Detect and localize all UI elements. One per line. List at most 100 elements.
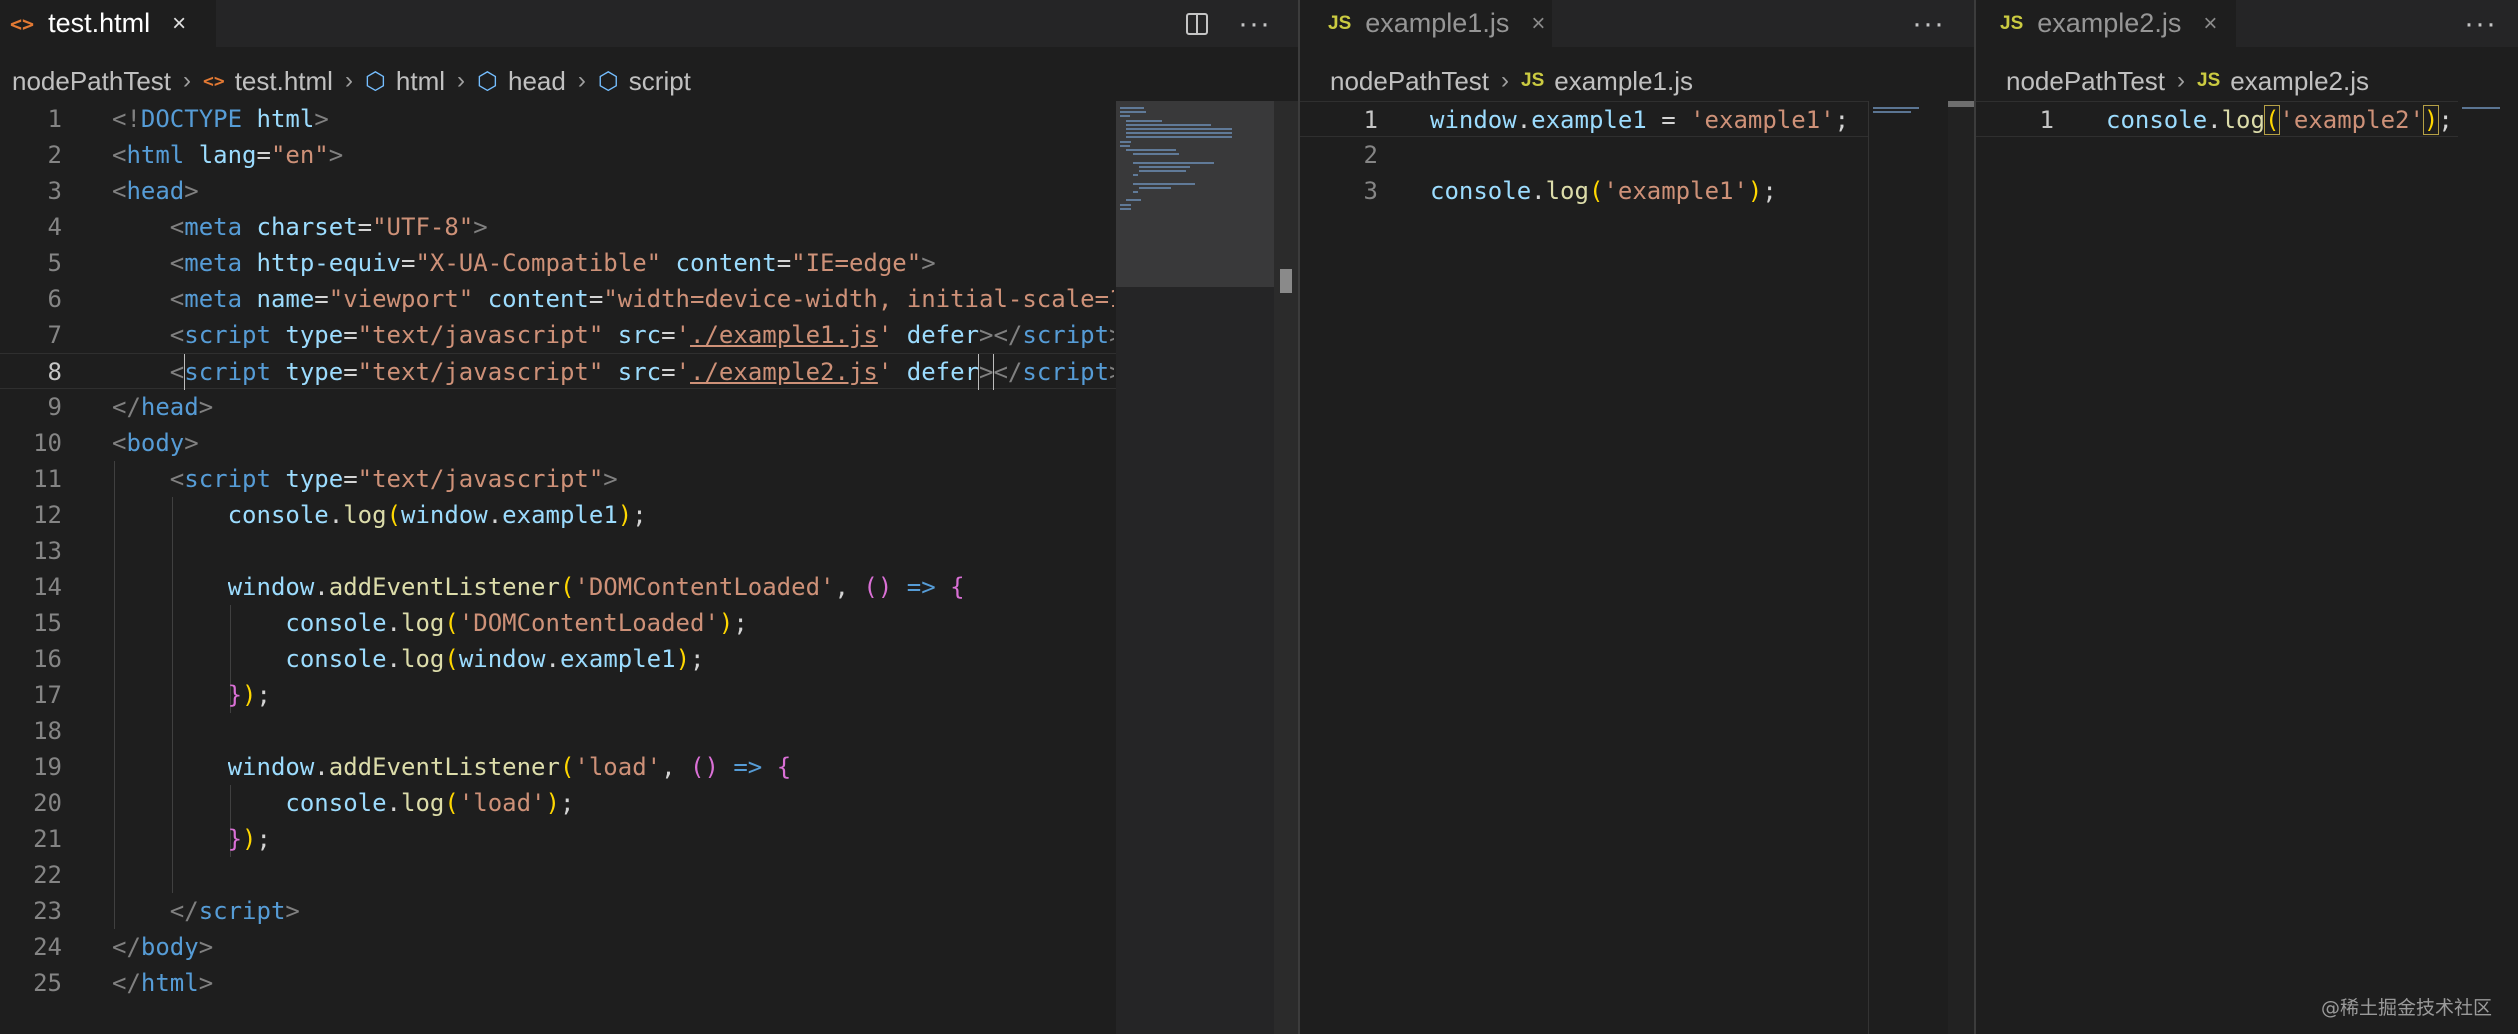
vertical-scrollbar[interactable] bbox=[1274, 101, 1298, 1034]
minimap[interactable] bbox=[1116, 101, 1274, 1034]
scrollbar-thumb[interactable] bbox=[1280, 269, 1292, 293]
code-line[interactable]: 13 bbox=[0, 533, 1298, 569]
code-token: ; bbox=[1762, 177, 1777, 205]
code-line[interactable]: 16 console.log(window.example1); bbox=[0, 641, 1298, 677]
line-number: 6 bbox=[47, 285, 62, 313]
code-line[interactable]: 7 <script type="text/javascript" src='./e… bbox=[0, 317, 1298, 353]
tab-test-html[interactable]: <> test.html × bbox=[0, 0, 216, 47]
code-token: > bbox=[184, 177, 199, 205]
code-text: </script> bbox=[170, 893, 300, 929]
line-number: 21 bbox=[33, 825, 62, 853]
code-token: script bbox=[198, 897, 286, 925]
line-number: 14 bbox=[33, 573, 62, 601]
breadcrumb-item[interactable]: JS example2.js bbox=[2197, 66, 2369, 97]
minimap-line bbox=[1126, 132, 1232, 135]
code-token: < bbox=[169, 354, 186, 390]
minimap-line bbox=[1873, 111, 1912, 114]
code-token: 'DOMContentLoaded' bbox=[458, 609, 719, 637]
code-token: addEventListener bbox=[328, 753, 560, 781]
split-editor-icon[interactable] bbox=[1186, 12, 1208, 35]
code-line[interactable]: 15 console.log('DOMContentLoaded'); bbox=[0, 605, 1298, 641]
breadcrumb-item[interactable]: nodePathTest bbox=[2006, 66, 2165, 97]
code-editor[interactable]: 1 <!DOCTYPE html> 2 <html lang="en"> 3 <head>… bbox=[0, 101, 1298, 1034]
code-line[interactable]: 17}); bbox=[0, 677, 1298, 713]
tab-example2-js[interactable]: JS example2.js × bbox=[1976, 0, 2236, 47]
vscode-window: <> test.html × ··· nodePathTest › <> test.h… bbox=[0, 0, 2518, 1034]
code-line[interactable]: 22 bbox=[0, 857, 1298, 893]
breadcrumb-item[interactable]: nodePathTest bbox=[1330, 66, 1489, 97]
code-line[interactable]: 25 </html> bbox=[0, 965, 1298, 1001]
scrollbar-thumb[interactable] bbox=[1948, 101, 1974, 107]
breadcrumb-item[interactable]: <> test.html bbox=[203, 66, 333, 97]
code-line[interactable]: 24 </body> bbox=[0, 929, 1298, 965]
code-line[interactable]: 14 window.addEventListener('DOMContentLoa… bbox=[0, 569, 1298, 605]
minimap[interactable] bbox=[2458, 101, 2518, 1034]
code-editor[interactable]: 1 console.log('example2'); bbox=[1976, 101, 2518, 1034]
minimap-line bbox=[2462, 107, 2501, 109]
code-token: example1 bbox=[1531, 106, 1647, 134]
code-line[interactable]: 21}); bbox=[0, 821, 1298, 857]
code-token: ./example2.js bbox=[690, 358, 878, 386]
breadcrumb-item[interactable]: ⬡ head bbox=[477, 66, 566, 97]
code-line[interactable]: 18 bbox=[0, 713, 1298, 749]
code-token: "width=device-width, initial-scale=1 bbox=[603, 285, 1114, 313]
minimap[interactable] bbox=[1868, 101, 1949, 1034]
breadcrumb-item[interactable]: nodePathTest bbox=[12, 66, 171, 97]
minimap-line bbox=[1126, 136, 1232, 139]
code-line[interactable]: 1 <!DOCTYPE html> bbox=[0, 101, 1298, 137]
code-token: < bbox=[112, 177, 127, 205]
code-line[interactable]: 12 console.log(window.example1); bbox=[0, 497, 1298, 533]
code-token: . bbox=[386, 789, 401, 817]
code-text: }); bbox=[228, 677, 271, 713]
code-token: ) bbox=[617, 501, 633, 529]
code-token: () bbox=[863, 573, 893, 601]
line-number: 15 bbox=[33, 609, 62, 637]
code-line[interactable]: 11 <script type="text/javascript"> bbox=[0, 461, 1298, 497]
vertical-scrollbar[interactable] bbox=[1948, 101, 1974, 1034]
close-icon[interactable]: × bbox=[172, 10, 186, 38]
code-text: console.log(window.example1); bbox=[228, 497, 647, 533]
code-line[interactable]: 10 <body> bbox=[0, 425, 1298, 461]
code-line[interactable]: 4 <meta charset="UTF-8"> bbox=[0, 209, 1298, 245]
html-icon: <> bbox=[203, 70, 225, 92]
more-actions-icon[interactable]: ··· bbox=[1912, 8, 1945, 39]
code-token: window bbox=[227, 753, 315, 781]
code-line[interactable]: 2 <html lang="en"> bbox=[0, 137, 1298, 173]
cube-icon: ⬡ bbox=[477, 67, 498, 95]
code-line[interactable]: 3 <head> bbox=[0, 173, 1298, 209]
minimap-line bbox=[1126, 119, 1162, 122]
breadcrumb-item[interactable]: ⬡ html bbox=[365, 66, 445, 97]
editor-actions: ··· bbox=[1186, 0, 1271, 47]
code-line[interactable]: 1 console.log('example2'); bbox=[1976, 101, 2518, 137]
code-token: head bbox=[140, 393, 199, 421]
chevron-right-icon: › bbox=[1501, 67, 1510, 94]
code-line[interactable]: 6 <meta name="viewport" content="width=de… bbox=[0, 281, 1298, 317]
code-token: meta bbox=[184, 249, 243, 277]
tab-label: example2.js bbox=[2037, 8, 2182, 38]
breadcrumb-label: script bbox=[628, 65, 691, 96]
breadcrumb-item[interactable]: JS example1.js bbox=[1521, 66, 1693, 97]
code-token: . bbox=[328, 501, 344, 529]
breadcrumb-label: nodePathTest bbox=[2006, 65, 2166, 96]
code-token: "UTF-8" bbox=[372, 213, 474, 241]
code-line[interactable]: 20 console.log('load'); bbox=[0, 785, 1298, 821]
code-token: head bbox=[126, 177, 185, 205]
code-line[interactable]: 19 window.addEventListener('load', () => … bbox=[0, 749, 1298, 785]
more-actions-icon[interactable]: ··· bbox=[1238, 8, 1271, 39]
breadcrumb-item[interactable]: ⬡ script bbox=[598, 66, 691, 97]
code-line[interactable]: 23 </script> bbox=[0, 893, 1298, 929]
code-line[interactable]: 5 <meta http-equiv="X-UA-Compatible" cont… bbox=[0, 245, 1298, 281]
code-token: html bbox=[140, 969, 199, 997]
code-token: = bbox=[314, 285, 329, 313]
code-line[interactable]: 8 <script type="text/javascript" src='./e… bbox=[0, 353, 1298, 390]
code-token: < bbox=[112, 429, 127, 457]
tab-example1-js[interactable]: JS example1.js × bbox=[1300, 0, 1552, 47]
code-line[interactable]: 9 </head> bbox=[0, 389, 1298, 425]
close-icon[interactable]: × bbox=[2203, 10, 2217, 38]
code-token: content bbox=[487, 285, 589, 313]
minimap-line bbox=[1126, 199, 1141, 202]
more-actions-icon[interactable]: ··· bbox=[2464, 8, 2497, 39]
code-token: ' bbox=[877, 321, 893, 349]
code-token: , bbox=[661, 753, 690, 781]
close-icon[interactable]: × bbox=[1531, 10, 1545, 38]
